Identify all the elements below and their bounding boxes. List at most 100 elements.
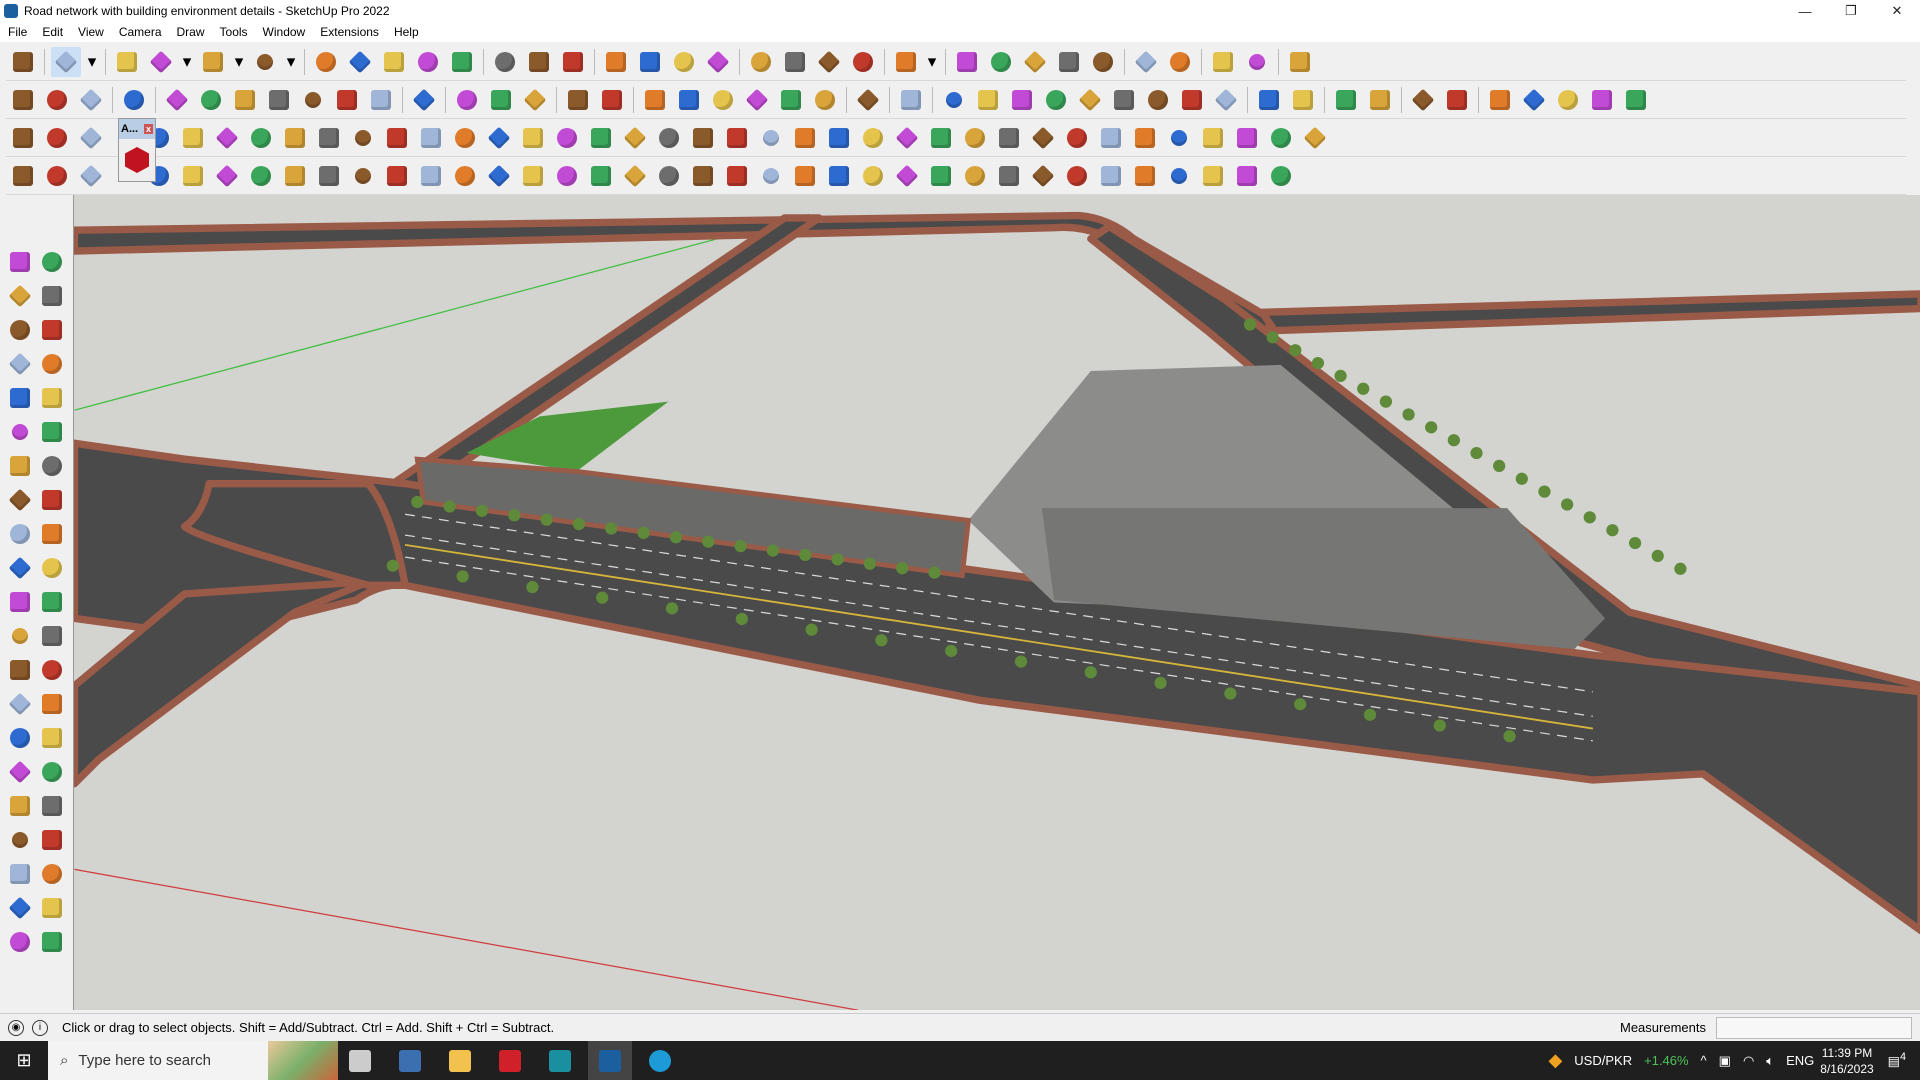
- previous-view-icon[interactable]: [38, 792, 66, 820]
- rotate-icon[interactable]: [6, 554, 34, 582]
- floating-toolbar-close-button[interactable]: x: [143, 124, 153, 134]
- function-icon[interactable]: [853, 85, 883, 115]
- text-icon[interactable]: [38, 656, 66, 684]
- scatter-icon[interactable]: [1232, 123, 1262, 153]
- leaf-icon[interactable]: [896, 85, 926, 115]
- pillars-icon[interactable]: [552, 161, 582, 191]
- volume-icon[interactable]: 🔈︎: [1766, 1053, 1774, 1069]
- wall-icon[interactable]: [674, 85, 704, 115]
- protractor-icon[interactable]: [6, 656, 34, 684]
- menu-draw[interactable]: Draw: [177, 25, 205, 39]
- axes-icon[interactable]: [6, 690, 34, 718]
- line-icon[interactable]: [6, 350, 34, 378]
- select-icon[interactable]: [51, 46, 81, 77]
- hatch-icon[interactable]: [1028, 161, 1058, 191]
- tree-icon[interactable]: [892, 123, 922, 153]
- taskbar-search[interactable]: ⌕ Type here to search: [48, 1041, 338, 1080]
- pencil-icon[interactable]: [146, 47, 176, 77]
- sandbox-drape-icon[interactable]: [597, 85, 627, 115]
- scenes-icon[interactable]: [848, 47, 878, 77]
- arc2-icon[interactable]: [6, 486, 34, 514]
- ramp-icon[interactable]: [1198, 161, 1228, 191]
- dropdown-icon[interactable]: ▾: [180, 47, 194, 77]
- helmet-icon[interactable]: [280, 161, 310, 191]
- cross-green-icon[interactable]: [518, 123, 548, 153]
- components-icon[interactable]: [746, 47, 776, 77]
- slice-icon[interactable]: [520, 85, 550, 115]
- menu-file[interactable]: File: [8, 25, 27, 39]
- roof2-icon[interactable]: [1266, 161, 1296, 191]
- corner2-icon[interactable]: [382, 161, 412, 191]
- dimension-icon[interactable]: [38, 622, 66, 650]
- triangle-icon[interactable]: [654, 123, 684, 153]
- push-pull-icon[interactable]: [311, 47, 341, 77]
- line-red-icon[interactable]: [1331, 85, 1361, 115]
- roof-icon[interactable]: [742, 85, 772, 115]
- home-icon[interactable]: [708, 85, 738, 115]
- drop-icon[interactable]: [586, 123, 616, 153]
- layers-icon[interactable]: [6, 928, 34, 956]
- scenes-icon[interactable]: [38, 928, 66, 956]
- bars-icon[interactable]: [994, 161, 1024, 191]
- eraser-icon[interactable]: [38, 282, 66, 310]
- cross-red-icon[interactable]: [484, 123, 514, 153]
- look-around-icon[interactable]: [38, 826, 66, 854]
- walk-icon[interactable]: [6, 860, 34, 888]
- ticker-icon[interactable]: ◆: [1548, 1050, 1562, 1071]
- sort-down-icon[interactable]: [1088, 47, 1118, 77]
- circle-shape-icon[interactable]: [1007, 85, 1037, 115]
- bend-shape-icon[interactable]: [212, 161, 242, 191]
- angle-icon[interactable]: [416, 161, 446, 191]
- flag-icon[interactable]: [314, 123, 344, 153]
- box-outline-icon[interactable]: [178, 161, 208, 191]
- file-explorer-icon[interactable]: [438, 1041, 482, 1080]
- section-plane-icon[interactable]: [38, 860, 66, 888]
- eraser-icon[interactable]: [112, 47, 142, 77]
- orbit-tool-icon[interactable]: [6, 724, 34, 752]
- scale-icon[interactable]: [447, 47, 477, 77]
- 3d-viewport[interactable]: [73, 195, 1920, 1010]
- position-camera-icon[interactable]: [6, 826, 34, 854]
- zoom-icon[interactable]: [6, 758, 34, 786]
- rectangle-icon[interactable]: [6, 384, 34, 412]
- curve-icon[interactable]: [1266, 123, 1296, 153]
- orbit-icon[interactable]: [601, 47, 631, 77]
- copy-icon[interactable]: [960, 123, 990, 153]
- scissors-icon[interactable]: [790, 161, 820, 191]
- plane-blue-icon[interactable]: [42, 123, 72, 153]
- film-icon[interactable]: [1096, 123, 1126, 153]
- spiral-shape-icon[interactable]: [1177, 85, 1207, 115]
- text-icon[interactable]: [524, 47, 554, 77]
- dropdown-icon[interactable]: ▾: [85, 47, 99, 77]
- lines-icon[interactable]: [722, 161, 752, 191]
- slash-icon[interactable]: [756, 161, 786, 191]
- follow-me-icon[interactable]: [38, 554, 66, 582]
- hexagon-shape-icon[interactable]: [1041, 85, 1071, 115]
- scale-icon[interactable]: [6, 588, 34, 616]
- select-icon[interactable]: [6, 248, 34, 276]
- circle-icon[interactable]: [6, 418, 34, 446]
- house-icon[interactable]: [640, 85, 670, 115]
- components-icon[interactable]: [6, 894, 34, 922]
- redo-icon[interactable]: [1242, 47, 1272, 77]
- brick-icon[interactable]: [1485, 85, 1515, 115]
- follow-me-icon[interactable]: [345, 47, 375, 77]
- zoom-tool-icon[interactable]: [669, 47, 699, 77]
- arc-icon[interactable]: [198, 47, 228, 77]
- solid-trim-icon[interactable]: [42, 85, 72, 115]
- cube-brown-icon[interactable]: [1408, 85, 1438, 115]
- calculator-icon[interactable]: [388, 1041, 432, 1080]
- flower-icon[interactable]: [1062, 123, 1092, 153]
- menu-tools[interactable]: Tools: [220, 25, 248, 39]
- dropdown-icon[interactable]: ▾: [232, 47, 246, 77]
- tag-icon[interactable]: [38, 316, 66, 344]
- grid-outline-icon[interactable]: [178, 123, 208, 153]
- wheel2-icon[interactable]: [1164, 161, 1194, 191]
- pan-icon[interactable]: [635, 47, 665, 77]
- menu-edit[interactable]: Edit: [42, 25, 63, 39]
- ticker-symbol[interactable]: USD/PKR: [1574, 1053, 1632, 1068]
- tile-icon[interactable]: [858, 161, 888, 191]
- stairs-icon[interactable]: [892, 161, 922, 191]
- ruler-icon[interactable]: [939, 85, 969, 115]
- start-button[interactable]: ⊞: [0, 1041, 48, 1080]
